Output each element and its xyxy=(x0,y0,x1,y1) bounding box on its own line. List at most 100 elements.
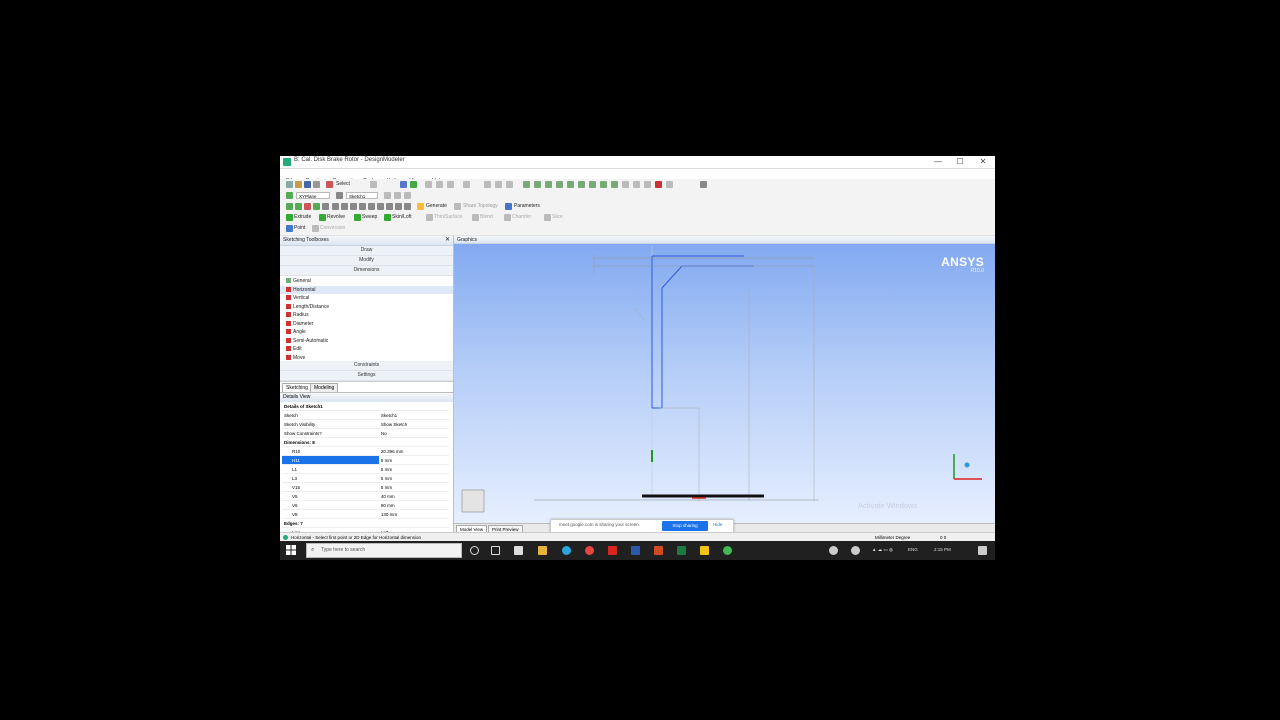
zoom-fit-icon[interactable] xyxy=(567,181,574,188)
stop-sharing-button[interactable]: Stop sharing xyxy=(662,521,708,531)
minimize-button[interactable]: — xyxy=(927,156,949,168)
sketch-canvas[interactable] xyxy=(454,236,995,523)
next-view-icon[interactable] xyxy=(600,181,607,188)
chamfer-icon[interactable] xyxy=(504,214,511,221)
revolve-button[interactable]: Revolve xyxy=(327,213,345,222)
previous-view-icon[interactable] xyxy=(589,181,596,188)
view-triad[interactable] xyxy=(953,236,995,480)
generate-icon[interactable] xyxy=(417,203,424,210)
revolve-icon[interactable] xyxy=(319,214,326,221)
tab-sketching[interactable]: Sketching xyxy=(282,383,312,392)
display-point-icon[interactable] xyxy=(644,181,651,188)
display-model-icon[interactable] xyxy=(633,181,640,188)
edge-mode-icon[interactable] xyxy=(341,203,348,210)
taskbar-search[interactable]: ⌕ Type here to search xyxy=(306,543,462,558)
blend-icon[interactable] xyxy=(472,214,479,221)
shell-mode-icon[interactable] xyxy=(395,203,402,210)
display-plane-icon[interactable] xyxy=(622,181,629,188)
chrome-icon[interactable] xyxy=(585,546,594,555)
details-group-row[interactable]: Details of Sketch1 xyxy=(282,402,449,411)
table-row[interactable]: L1 5 mm xyxy=(282,464,449,474)
sketch-select[interactable]: Sketch1 xyxy=(346,192,378,199)
save-icon[interactable] xyxy=(304,181,311,188)
edge-select-icon[interactable] xyxy=(436,181,443,188)
open-icon[interactable] xyxy=(295,181,302,188)
plane-flip-icon[interactable] xyxy=(404,192,411,199)
sweep-button[interactable]: Sweep xyxy=(362,213,377,222)
table-row[interactable]: L3 5 mm xyxy=(282,473,449,483)
conversion-icon[interactable] xyxy=(312,225,319,232)
face-select-icon[interactable] xyxy=(425,181,432,188)
edit-icon[interactable] xyxy=(394,192,401,199)
solid-mode-icon[interactable] xyxy=(295,203,302,210)
loop-mode-icon[interactable] xyxy=(386,203,393,210)
cortana-icon[interactable] xyxy=(470,546,479,555)
pan-icon[interactable] xyxy=(534,181,541,188)
share-topology-icon[interactable] xyxy=(454,203,461,210)
orientation-cube-icon[interactable] xyxy=(461,489,485,513)
tool-vertical[interactable]: Vertical xyxy=(280,294,453,303)
meet-icon[interactable] xyxy=(829,546,838,555)
body-mode-icon[interactable] xyxy=(332,203,339,210)
box-zoom-icon[interactable] xyxy=(556,181,563,188)
ansys-workbench-icon[interactable] xyxy=(700,546,709,555)
file-explorer-icon[interactable] xyxy=(538,546,547,555)
acrobat-icon[interactable] xyxy=(608,546,617,555)
generate-button[interactable]: Generate xyxy=(426,202,447,211)
select-label[interactable]: Select xyxy=(336,180,350,189)
thin-mode-icon[interactable] xyxy=(368,203,375,210)
designmodeler-icon[interactable] xyxy=(723,546,732,555)
people-icon[interactable] xyxy=(851,546,860,555)
edges-group-row[interactable]: Edges: 7 xyxy=(282,518,449,528)
section-draw[interactable]: Draw xyxy=(280,246,453,256)
display-vertex-icon[interactable] xyxy=(666,181,673,188)
language-indicator[interactable]: ENG xyxy=(908,547,918,552)
table-row[interactable]: Sketch Sketch1 xyxy=(282,410,449,420)
section-dimensions[interactable]: Dimensions xyxy=(280,266,453,276)
section-modify[interactable]: Modify xyxy=(280,256,453,266)
tool-angle[interactable]: Angle xyxy=(280,328,453,337)
edge-browser-icon[interactable] xyxy=(562,546,571,555)
table-row[interactable]: V5 40 mm xyxy=(282,491,449,501)
point-mode-icon[interactable] xyxy=(322,203,329,210)
tool-move[interactable]: Move xyxy=(280,354,453,362)
tool-edit[interactable]: Edit xyxy=(280,345,453,354)
display-edge-icon[interactable] xyxy=(655,181,662,188)
maximize-button[interactable]: ☐ xyxy=(949,156,971,168)
undo-icon[interactable] xyxy=(326,181,333,188)
slice-icon[interactable] xyxy=(544,214,551,221)
point-button[interactable]: Point xyxy=(294,224,305,233)
tab-modeling[interactable]: Modeling xyxy=(310,383,339,392)
redo-icon[interactable] xyxy=(370,181,377,188)
rotate-icon[interactable] xyxy=(523,181,530,188)
look-at-icon[interactable] xyxy=(384,192,391,199)
body-select-icon[interactable] xyxy=(463,181,470,188)
table-row[interactable]: V6 90 mm xyxy=(282,500,449,510)
face-mode-icon[interactable] xyxy=(313,203,320,210)
hide-button[interactable]: Hide xyxy=(713,522,722,527)
skin-loft-button[interactable]: Skin/Loft xyxy=(392,213,411,222)
tool-general[interactable]: General xyxy=(280,277,453,286)
tray-icons[interactable]: ▲ ☁ ▭ ◍ xyxy=(872,547,893,553)
table-row[interactable]: Show Constraints? No xyxy=(282,428,449,438)
export-icon[interactable] xyxy=(313,181,320,188)
thin-surface-icon[interactable] xyxy=(426,214,433,221)
extend-icon[interactable] xyxy=(484,181,491,188)
pick-mode-icon[interactable] xyxy=(377,203,384,210)
blend-button[interactable]: Blend xyxy=(480,213,493,222)
pin-icon[interactable]: ✕ xyxy=(445,236,450,245)
word-icon[interactable] xyxy=(631,546,640,555)
close-button[interactable]: ✕ xyxy=(972,156,994,168)
clock[interactable]: 2:15 PM xyxy=(934,547,951,552)
extrude-button[interactable]: Extrude xyxy=(294,213,311,222)
magnifier-icon[interactable] xyxy=(578,181,585,188)
powerpoint-icon[interactable] xyxy=(654,546,663,555)
share-topology-button[interactable]: Share Topology xyxy=(463,202,498,211)
vertex-mode-icon[interactable] xyxy=(350,203,357,210)
point-select-icon[interactable] xyxy=(447,181,454,188)
conversion-button[interactable]: Conversion xyxy=(320,224,345,233)
table-row[interactable]: V15 5 mm xyxy=(282,482,449,492)
parameters-button[interactable]: Parameters xyxy=(514,202,540,211)
table-row[interactable]: R10 20.396 mm xyxy=(282,446,449,456)
pointer-icon[interactable] xyxy=(400,181,407,188)
